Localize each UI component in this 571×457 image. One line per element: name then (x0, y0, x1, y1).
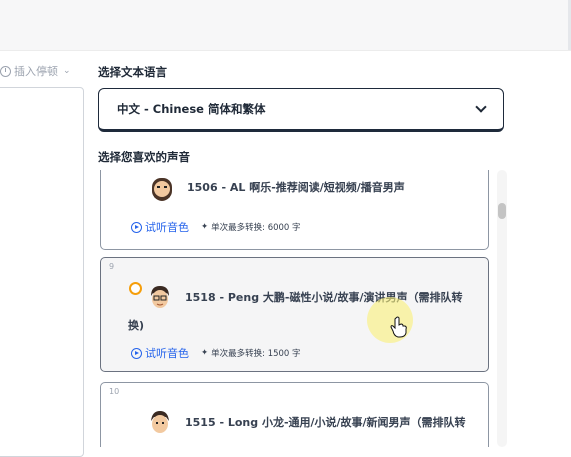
insert-pause-label: 插入停顿 (14, 65, 58, 78)
selected-radio[interactable] (129, 282, 142, 295)
conversion-limit-text: 单次最多转换: 1500 字 (211, 349, 301, 359)
sparkle-icon: ✦ (201, 348, 209, 358)
voice-name: 1506 - AL 啊乐-推荐阅读/短视频/播音男声 (187, 181, 405, 194)
voice-index: 9 (109, 262, 115, 271)
voice-card-1515[interactable]: 10 1515 - Long 小龙-通用/小说/故事/新闻男声（需排队转 (100, 382, 489, 447)
clock-icon (0, 65, 11, 77)
insert-pause-dropdown[interactable]: 插入停顿 ⌄ (0, 63, 71, 79)
conversion-limit: ✦ 单次最多转换: 1500 字 (201, 347, 301, 359)
hand-cursor-icon (390, 316, 407, 338)
voice-index: 10 (109, 387, 120, 396)
language-select[interactable]: 中文 - Chinese 简体和繁体 (98, 88, 504, 132)
avatar-icon (151, 286, 169, 308)
voice-name-wrap: 换) (128, 319, 145, 332)
conversion-limit: ✦ 单次最多转换: 6000 字 (201, 221, 301, 233)
avatar-icon (151, 411, 169, 433)
preview-label: 试听音色 (145, 347, 189, 360)
preview-label: 试听音色 (145, 221, 189, 234)
top-bar (0, 0, 571, 51)
voice-actions: 试听音色 ✦ 单次最多转换: 6000 字 (131, 219, 301, 235)
play-icon (131, 221, 142, 233)
language-label: 选择文本语言 (98, 65, 167, 79)
voice-card-1506[interactable]: 1506 - AL 啊乐-推荐阅读/短视频/播音男声 试听音色 ✦ 单次最多转换… (100, 170, 489, 250)
play-icon (131, 347, 142, 359)
voice-card-1518[interactable]: 9 1518 - Peng 大鹏-磁性小说/故事/演讲男声（需排队转 换) 试听… (100, 257, 489, 372)
chevron-down-icon: ⌄ (63, 66, 71, 76)
scrollbar-thumb[interactable] (498, 203, 506, 219)
preview-button[interactable]: 试听音色 (131, 219, 189, 235)
preview-button[interactable]: 试听音色 (131, 345, 189, 361)
voice-actions: 试听音色 ✦ 单次最多转换: 1500 字 (131, 345, 301, 361)
voice-name: 1518 - Peng 大鹏-磁性小说/故事/演讲男声（需排队转 (185, 291, 463, 304)
conversion-limit-text: 单次最多转换: 6000 字 (211, 223, 301, 233)
avatar-icon (152, 178, 172, 201)
text-editor-panel[interactable] (0, 87, 84, 457)
language-selected-value: 中文 - Chinese 简体和繁体 (117, 102, 266, 116)
voice-label: 选择您喜欢的声音 (98, 150, 190, 164)
voice-name: 1515 - Long 小龙-通用/小说/故事/新闻男声（需排队转 (185, 416, 466, 429)
voice-list[interactable]: 1506 - AL 啊乐-推荐阅读/短视频/播音男声 试听音色 ✦ 单次最多转换… (96, 170, 512, 447)
sparkle-icon: ✦ (201, 222, 209, 232)
chevron-down-icon (475, 101, 487, 113)
